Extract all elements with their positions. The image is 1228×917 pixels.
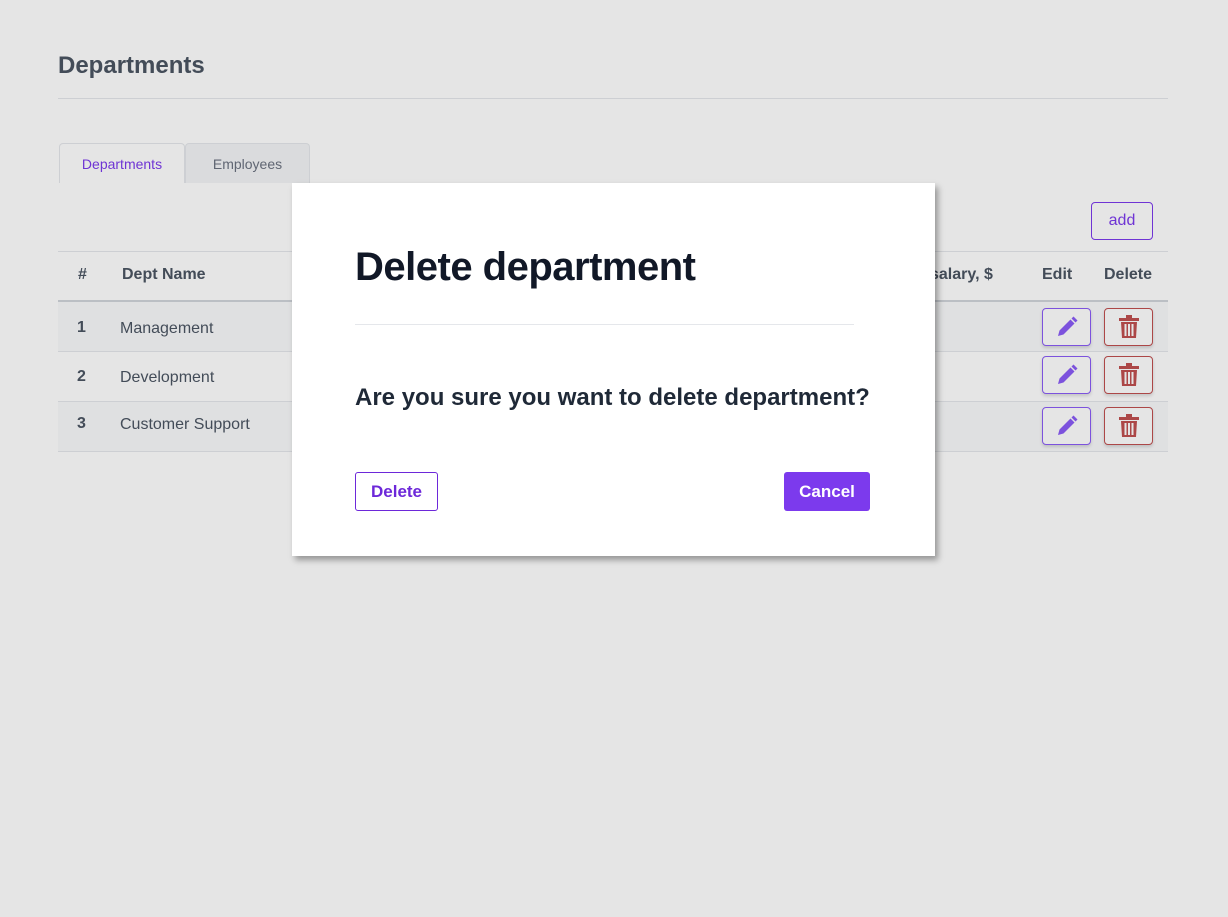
delete-dialog: Delete department Are you sure you want … bbox=[292, 183, 935, 556]
dialog-message: Are you sure you want to delete departme… bbox=[355, 384, 870, 411]
confirm-delete-button[interactable]: Delete bbox=[355, 472, 438, 511]
dialog-title: Delete department bbox=[355, 245, 696, 289]
page: Departments Departments Employees add # … bbox=[0, 0, 1228, 917]
cancel-button[interactable]: Cancel bbox=[784, 472, 870, 511]
dialog-divider bbox=[355, 324, 854, 325]
